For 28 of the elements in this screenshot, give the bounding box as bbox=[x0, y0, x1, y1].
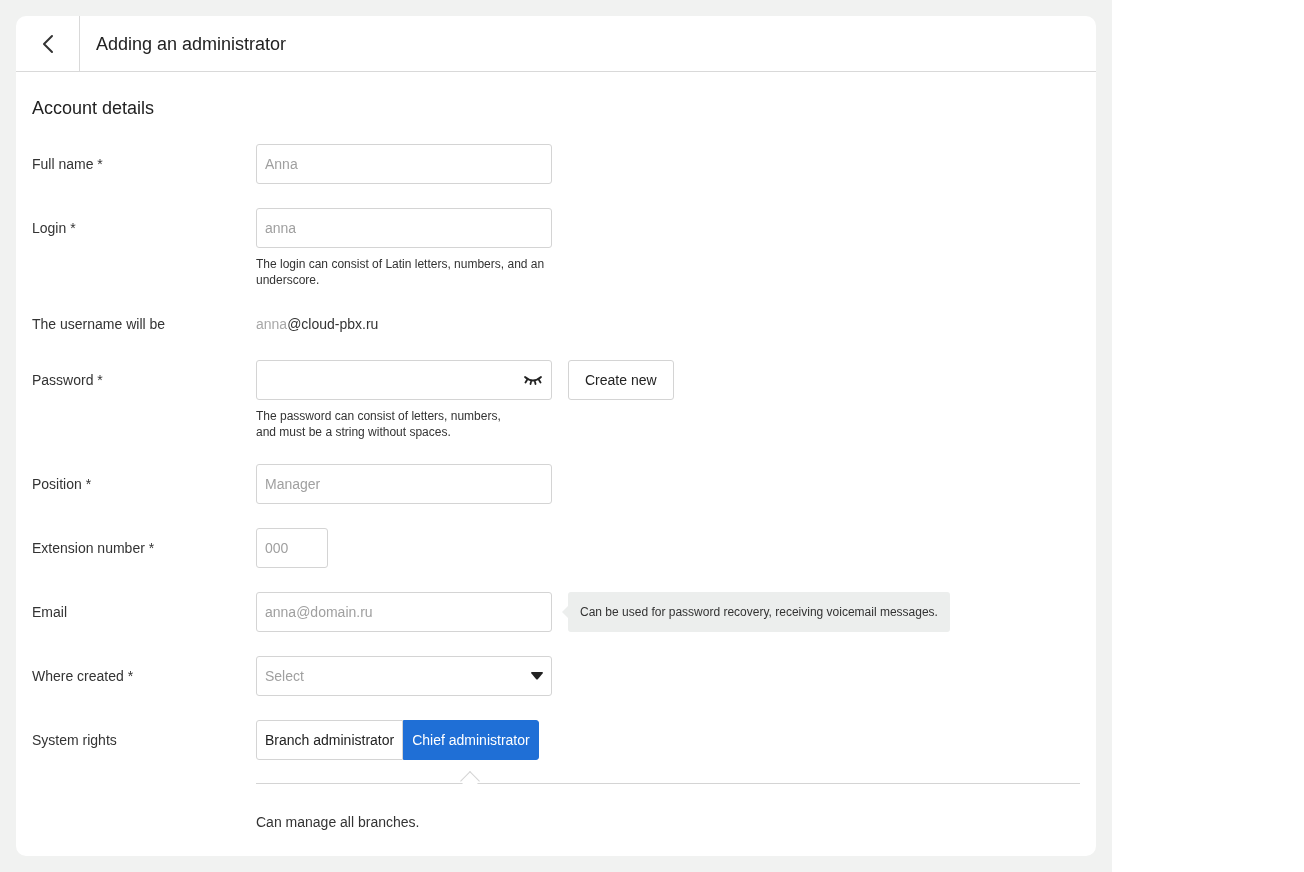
input-field[interactable]: anna bbox=[256, 208, 552, 248]
field-label: Extension number * bbox=[32, 539, 155, 558]
password-field[interactable] bbox=[256, 360, 552, 400]
field-label: Login * bbox=[32, 219, 76, 238]
back-icon bbox=[41, 33, 54, 54]
input-field[interactable]: Anna bbox=[256, 144, 552, 184]
create-new-button[interactable]: Create new bbox=[568, 360, 674, 400]
caret-icon bbox=[531, 672, 543, 680]
section-title: Account details bbox=[32, 97, 156, 120]
hint-text: The login can consist of Latin letters, numbers, and an underscore. bbox=[256, 256, 546, 288]
field-label: System rights bbox=[32, 731, 117, 750]
field-label: Password * bbox=[32, 371, 103, 390]
username-value: anna@cloud-pbx.ru bbox=[256, 315, 379, 334]
segment-tab[interactable]: Branch administrator bbox=[256, 720, 404, 760]
closed-eye-icon[interactable] bbox=[523, 375, 543, 385]
tooltip: Can be used for password recovery, receiving voicemail messages. bbox=[562, 592, 950, 632]
field-label: The username will be bbox=[32, 315, 166, 334]
rights-description: Can manage all branches. bbox=[256, 813, 421, 832]
input-field[interactable]: Manager bbox=[256, 464, 552, 504]
field-label: Where created * bbox=[32, 667, 134, 686]
field-label: Full name * bbox=[32, 155, 103, 174]
page-title: Adding an administrator bbox=[96, 32, 287, 56]
field-label: Position * bbox=[32, 475, 92, 494]
hint-text: The password can consist of letters, numbers, and must be a string without spaces. bbox=[256, 408, 502, 440]
field-label: Email bbox=[32, 603, 67, 622]
input-field[interactable]: 000 bbox=[256, 528, 328, 568]
input-field[interactable]: anna@domain.ru bbox=[256, 592, 552, 632]
segment-tab[interactable]: Chief administrator bbox=[403, 720, 539, 760]
